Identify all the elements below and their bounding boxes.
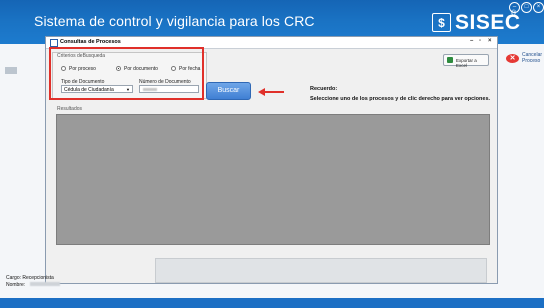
annotation-arrow-line bbox=[264, 91, 284, 93]
dialog-title: Consultas de Procesos bbox=[60, 39, 121, 45]
footer-nombre-label: Nombre: bbox=[6, 282, 26, 288]
criteria-highlight-frame bbox=[49, 47, 204, 100]
bottom-bar bbox=[0, 298, 544, 308]
results-grid[interactable] bbox=[56, 114, 490, 245]
dialog-minimize-button[interactable]: – bbox=[470, 38, 473, 44]
reminder-text: Seleccione uno de los procesos y de clic… bbox=[310, 96, 491, 102]
side-menu-toggle[interactable] bbox=[5, 67, 17, 74]
cancel-process-label[interactable]: Cancelar Proceso bbox=[522, 52, 542, 64]
minimize-window-button[interactable]: – bbox=[509, 2, 520, 13]
reminder-title: Recuerdo: bbox=[310, 86, 338, 92]
sisec-logo-icon: $ bbox=[432, 13, 451, 32]
excel-icon bbox=[447, 57, 453, 63]
export-excel-button[interactable]: Exportar a Excel bbox=[443, 54, 489, 68]
buscar-button[interactable]: Buscar bbox=[206, 82, 251, 100]
dialog-maximize-button[interactable]: ▫ bbox=[479, 38, 481, 44]
dialog-close-button[interactable]: × bbox=[488, 38, 492, 44]
footer-cargo: Cargo: Recepcionista bbox=[6, 275, 54, 281]
footer-nombre-redacted bbox=[30, 282, 60, 286]
app-title: Sistema de control y vigilancia para los… bbox=[34, 13, 315, 29]
cancel-process-icon[interactable]: ✕ bbox=[506, 54, 519, 63]
close-window-button[interactable]: × bbox=[533, 2, 544, 13]
maximize-window-button[interactable]: □ bbox=[521, 2, 532, 13]
results-legend: Resultados bbox=[57, 106, 83, 112]
dialog-app-icon bbox=[50, 39, 58, 47]
lower-panel bbox=[155, 258, 487, 283]
export-excel-label: Exportar a Excel bbox=[456, 58, 477, 68]
